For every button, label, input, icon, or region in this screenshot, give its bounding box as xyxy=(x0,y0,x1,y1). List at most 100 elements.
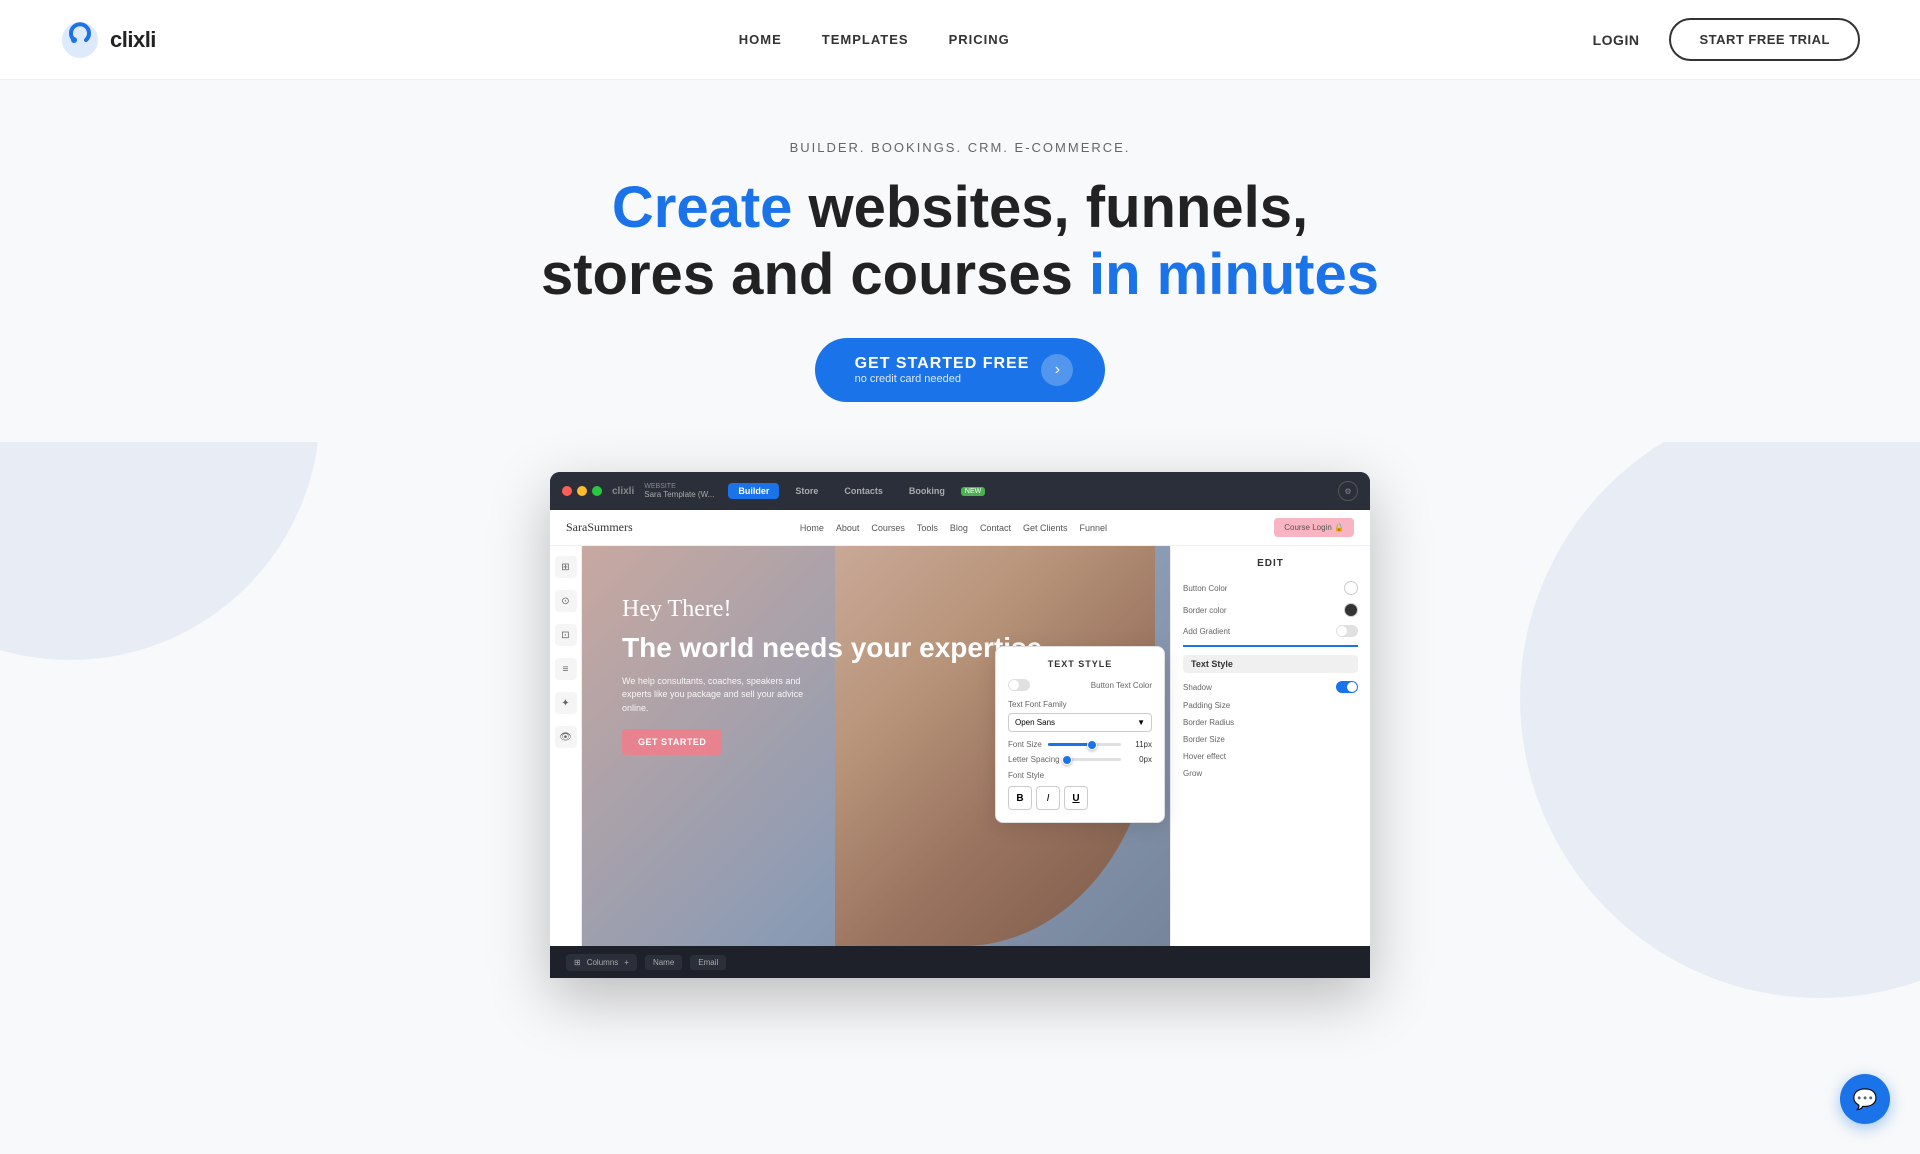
font-size-thumb[interactable] xyxy=(1087,740,1097,750)
tool-target[interactable]: ⊙ xyxy=(555,590,577,612)
inner-nav-blog[interactable]: Blog xyxy=(950,523,968,533)
cta-main-text: GET STARTED FREE xyxy=(855,355,1030,373)
cta-btn-text: GET STARTED FREE no credit card needed xyxy=(855,355,1030,385)
inner-nav-contact[interactable]: Contact xyxy=(980,523,1011,533)
tool-settings[interactable]: ✦ xyxy=(555,692,577,714)
italic-button[interactable]: I xyxy=(1036,786,1060,810)
hero-title-minutes: in minutes xyxy=(1089,242,1379,307)
tool-image[interactable]: ⊡ xyxy=(555,624,577,646)
cta-arrow-icon: › xyxy=(1041,354,1073,386)
inner-page-nav: SaraSummers Home About Courses Tools Blo… xyxy=(550,510,1370,546)
button-color-row: Button Color xyxy=(1183,581,1358,595)
font-family-select[interactable]: Open Sans ▼ xyxy=(1008,713,1152,732)
font-style-label-row: Font Style xyxy=(1008,770,1152,780)
letter-spacing-thumb[interactable] xyxy=(1062,755,1072,765)
font-size-row: Font Size 11px xyxy=(1008,740,1152,749)
letter-spacing-track[interactable] xyxy=(1066,758,1121,761)
font-family-value: Open Sans xyxy=(1015,718,1055,727)
font-size-fill xyxy=(1048,743,1092,746)
nav-home[interactable]: HOME xyxy=(739,32,782,47)
shadow-toggle-knob xyxy=(1347,682,1357,692)
border-size-row: Border Size xyxy=(1183,735,1358,744)
world-needs-text: The world needs your expertise. xyxy=(622,631,1050,665)
border-color-swatch[interactable] xyxy=(1344,603,1358,617)
inner-nav-get-clients[interactable]: Get Clients xyxy=(1023,523,1068,533)
tool-layout[interactable]: ⊞ xyxy=(555,556,577,578)
columns-plus[interactable]: + xyxy=(624,958,629,967)
start-trial-button[interactable]: START FREE TRIAL xyxy=(1669,18,1860,61)
tool-preview[interactable]: 👁 xyxy=(555,726,577,748)
btn-text-color-toggle[interactable] xyxy=(1008,679,1030,691)
font-family-label-row: Text Font Family xyxy=(1008,699,1152,709)
login-link[interactable]: LOGIN xyxy=(1593,32,1640,48)
btn-text-color-row: Button Text Color xyxy=(1008,679,1152,691)
border-color-label: Border color xyxy=(1183,606,1227,615)
browser-window: clixli WEBSITE Sara Template (W... Build… xyxy=(550,472,1370,978)
wn-line1: The world needs your expertise. xyxy=(622,632,1050,663)
inner-nav-funnel[interactable]: Funnel xyxy=(1080,523,1108,533)
browser-bar: clixli WEBSITE Sara Template (W... Build… xyxy=(550,472,1370,510)
inner-nav-home[interactable]: Home xyxy=(800,523,824,533)
logo-icon xyxy=(60,20,100,60)
letter-spacing-row: Letter Spacing 0px xyxy=(1008,755,1152,764)
font-size-track[interactable] xyxy=(1048,743,1121,746)
expand-dot xyxy=(592,486,602,496)
toggle-knob-2 xyxy=(1009,680,1019,690)
new-badge: NEW xyxy=(961,487,985,496)
shadow-row: Shadow xyxy=(1183,681,1358,693)
site-name: Sara Template (W... xyxy=(644,490,714,499)
inner-nav-about[interactable]: About xyxy=(836,523,860,533)
browser-settings-icon[interactable]: ⚙ xyxy=(1338,481,1358,501)
shadow-toggle[interactable] xyxy=(1336,681,1358,693)
inner-get-started[interactable]: GET STARTED xyxy=(622,729,722,755)
hero-title-rest1: websites, funnels, xyxy=(792,175,1308,240)
logo[interactable]: clixli xyxy=(60,20,156,60)
chat-bubble[interactable]: 💬 xyxy=(1840,1074,1890,1124)
browser-mockup: clixli WEBSITE Sara Template (W... Build… xyxy=(550,472,1370,978)
add-gradient-row: Add Gradient xyxy=(1183,625,1358,637)
tab-underline xyxy=(1183,645,1358,647)
hero-title-create: Create xyxy=(612,175,793,240)
tab-store[interactable]: Store xyxy=(785,483,828,499)
bottom-bar: ⊞ Columns + Name Email xyxy=(550,946,1370,978)
border-size-label: Border Size xyxy=(1183,735,1225,744)
gradient-toggle[interactable] xyxy=(1336,625,1358,637)
columns-icon: ⊞ xyxy=(574,958,581,967)
font-family-label: Text Font Family xyxy=(1008,700,1067,709)
inner-nav-courses[interactable]: Courses xyxy=(871,523,905,533)
inner-hero-content: Hey There! The world needs your expertis… xyxy=(622,596,1050,755)
grow-label: Grow xyxy=(1183,769,1202,778)
sidebar-tools: ⊞ ⊙ ⊡ ≡ ✦ 👁 xyxy=(550,546,582,946)
tab-builder[interactable]: Builder xyxy=(728,483,779,499)
inner-hero-wrapper: ⊞ ⊙ ⊡ ≡ ✦ 👁 xyxy=(550,546,1370,946)
font-size-label: Font Size xyxy=(1008,740,1042,749)
nav-pricing[interactable]: PRICING xyxy=(949,32,1010,47)
font-size-val: 11px xyxy=(1127,740,1152,749)
text-style-row[interactable]: Text Style xyxy=(1183,655,1358,673)
hero-content: BUILDER. BOOKINGS. CRM. E-COMMERCE. Crea… xyxy=(0,80,1920,442)
button-color-swatch[interactable] xyxy=(1344,581,1358,595)
button-color-label: Button Color xyxy=(1183,584,1227,593)
get-started-button[interactable]: GET STARTED FREE no credit card needed › xyxy=(815,338,1106,402)
chat-icon: 💬 xyxy=(1853,1087,1878,1112)
inner-nav-tools[interactable]: Tools xyxy=(917,523,938,533)
hero-title-rest2: stores and courses xyxy=(541,242,1089,307)
bg-circle-right xyxy=(1520,398,1920,998)
inner-logo: SaraSummers xyxy=(566,520,633,535)
underline-button[interactable]: U xyxy=(1064,786,1088,810)
nav-templates[interactable]: TEMPLATES xyxy=(822,32,909,47)
tab-contacts[interactable]: Contacts xyxy=(834,483,893,499)
ts-title: TEXT STYLE xyxy=(1008,659,1152,669)
tool-filter[interactable]: ≡ xyxy=(555,658,577,680)
tab-booking[interactable]: Booking xyxy=(899,483,955,499)
hero-section: BUILDER. BOOKINGS. CRM. E-COMMERCE. Crea… xyxy=(0,80,1920,998)
columns-control[interactable]: ⊞ Columns + xyxy=(566,954,637,971)
add-gradient-label: Add Gradient xyxy=(1183,627,1230,636)
border-color-row: Border color xyxy=(1183,603,1358,617)
edit-panel: EDIT Button Color Border color Add Gradi… xyxy=(1170,546,1370,946)
nav-links: HOME TEMPLATES PRICING xyxy=(739,32,1010,47)
hover-effect-label: Hover effect xyxy=(1183,752,1226,761)
letter-spacing-label: Letter Spacing xyxy=(1008,755,1060,764)
inner-course-login[interactable]: Course Login 🔒 xyxy=(1274,518,1354,537)
bold-button[interactable]: B xyxy=(1008,786,1032,810)
